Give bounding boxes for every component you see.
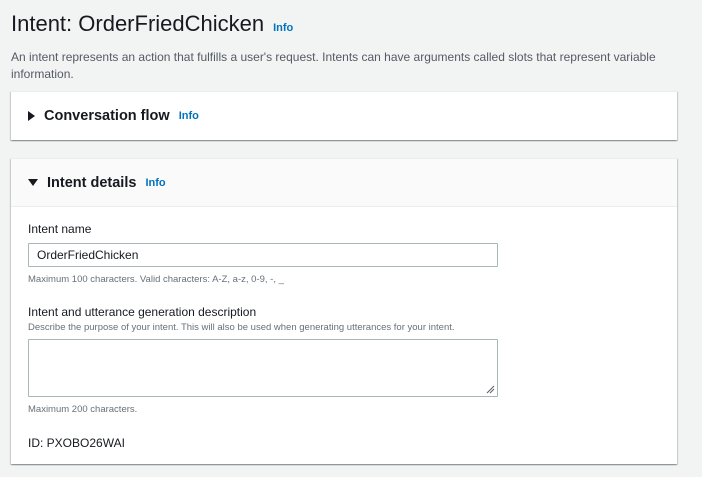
- conversation-flow-header[interactable]: Conversation flow Info: [11, 92, 677, 140]
- generation-description-label: Intent and utterance generation descript…: [28, 305, 257, 319]
- intent-name-field: Intent name OrderFriedChicken Maximum 10…: [28, 221, 660, 286]
- page-description: An intent represents an action that fulf…: [11, 50, 656, 81]
- caret-right-icon: [28, 111, 35, 121]
- generation-description-help: Describe the purpose of your intent. Thi…: [28, 322, 455, 333]
- conversation-flow-panel: Conversation flow Info: [11, 91, 677, 140]
- conversation-flow-info-link[interactable]: Info: [179, 110, 199, 122]
- intent-details-panel: Intent details Info Intent name OrderFri…: [11, 158, 677, 464]
- intent-id: ID: PXOBO26WAI: [28, 436, 125, 450]
- conversation-flow-title: Conversation flow: [44, 108, 170, 124]
- page-info-link[interactable]: Info: [273, 22, 293, 34]
- generation-description-textarea[interactable]: [28, 339, 498, 397]
- intent-details-header[interactable]: Intent details Info: [11, 159, 677, 207]
- intent-name-input[interactable]: OrderFriedChicken: [28, 243, 498, 267]
- generation-description-constraint: Maximum 200 characters.: [28, 404, 138, 415]
- intent-details-body: Intent name OrderFriedChicken Maximum 10…: [11, 207, 677, 464]
- resize-handle-icon[interactable]: [485, 384, 495, 394]
- intent-page: Intent: OrderFriedChicken Info An intent…: [0, 0, 702, 477]
- intent-details-info-link[interactable]: Info: [145, 177, 165, 189]
- generation-description-field: Intent and utterance generation descript…: [28, 304, 660, 416]
- intent-details-title: Intent details: [47, 174, 137, 191]
- intent-name-label: Intent name: [28, 222, 92, 236]
- page-title: Intent: OrderFriedChicken: [11, 11, 265, 36]
- page-header: Intent: OrderFriedChicken Info: [11, 0, 678, 40]
- caret-down-icon: [28, 179, 38, 186]
- intent-name-constraint: Maximum 100 characters. Valid characters…: [28, 274, 284, 285]
